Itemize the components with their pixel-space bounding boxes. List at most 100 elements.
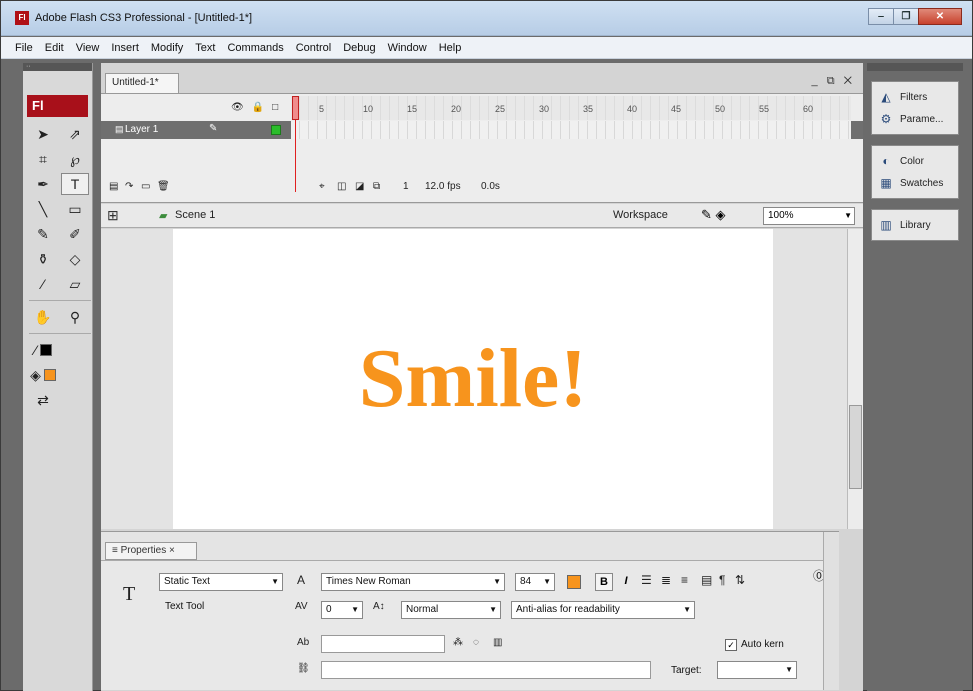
document-tab[interactable]: Untitled-1*: [105, 73, 179, 93]
minimize-button[interactable]: ‒: [868, 8, 894, 25]
font-select[interactable]: Times New Roman ▼: [321, 573, 505, 591]
menu-edit[interactable]: Edit: [39, 42, 70, 54]
menu-modify[interactable]: Modify: [145, 42, 189, 54]
zoom-select[interactable]: 100% ▼: [763, 207, 855, 225]
menu-debug[interactable]: Debug: [337, 42, 381, 54]
instance-name-field[interactable]: [321, 635, 445, 653]
parameters-panel-button[interactable]: ⚙ Parame...: [872, 108, 958, 130]
render-html-icon[interactable]: ⁂: [453, 637, 463, 648]
edit-scene-icon[interactable]: ✎ ◈: [701, 207, 726, 223]
justify-icon[interactable]: ▤: [701, 573, 712, 587]
layer-frames[interactable]: [291, 121, 851, 139]
character-position-select[interactable]: Normal ▼: [401, 601, 501, 619]
menu-control[interactable]: Control: [290, 42, 337, 54]
text-tool-icon[interactable]: T: [61, 173, 89, 195]
edit-multiple-frames-icon[interactable]: ⧉: [373, 181, 380, 192]
swatches-panel-button[interactable]: ▦ Swatches: [872, 172, 958, 194]
frame-ruler[interactable]: 5 10 15 20 25 30 35 40 45 50 55 60: [291, 96, 851, 120]
swap-colors-icon[interactable]: ⇄: [29, 389, 57, 411]
variable-icon[interactable]: ▥: [493, 637, 502, 648]
menu-insert[interactable]: Insert: [105, 42, 145, 54]
playhead-handle[interactable]: [292, 96, 299, 120]
ink-bottle-tool-icon[interactable]: ⚱: [29, 248, 57, 270]
free-transform-tool-icon[interactable]: ⌗: [29, 148, 57, 170]
hand-tool-icon[interactable]: ✋: [29, 306, 57, 328]
auto-kern-checkbox[interactable]: ✓: [725, 639, 737, 651]
italic-button[interactable]: I: [617, 573, 635, 591]
subselection-tool-icon[interactable]: ⇗: [61, 123, 89, 145]
paragraph-icon[interactable]: ¶: [719, 573, 725, 587]
center-frame-icon[interactable]: ⌖: [319, 181, 325, 192]
close-button[interactable]: ✕: [918, 8, 962, 25]
outline-icon[interactable]: □: [272, 102, 278, 113]
stroke-color-icon[interactable]: ⁄: [29, 339, 57, 361]
restore-button[interactable]: ❐: [893, 8, 919, 25]
document-window-controls[interactable]: _ ⧉ ✕: [812, 75, 855, 88]
filters-panel-button[interactable]: ◭ Filters: [872, 86, 958, 108]
add-guide-icon[interactable]: ↷: [125, 181, 133, 192]
line-tool-icon[interactable]: ╲: [29, 198, 57, 220]
rectangle-tool-icon[interactable]: ▭: [61, 198, 89, 220]
lasso-tool-icon[interactable]: ℘: [61, 148, 89, 170]
layer-row[interactable]: ▤ Layer 1 ✎: [101, 121, 863, 139]
window-controls: ‒ ❐ ✕: [868, 8, 962, 26]
menu-window[interactable]: Window: [382, 42, 433, 54]
brush-tool-icon[interactable]: ✐: [61, 223, 89, 245]
library-panel-button[interactable]: ▥ Library: [872, 214, 958, 236]
align-center-icon[interactable]: ≣: [661, 573, 671, 587]
selectable-icon[interactable]: Ab: [297, 637, 309, 648]
panel-grip[interactable]: [867, 63, 963, 71]
target-select[interactable]: ▼: [717, 661, 797, 679]
font-size-field[interactable]: 84 ▼: [515, 573, 555, 591]
paint-bucket-tool-icon[interactable]: ◇: [61, 248, 89, 270]
letter-spacing-field[interactable]: 0 ▼: [321, 601, 363, 619]
eyedropper-tool-icon[interactable]: ⁄: [29, 273, 57, 295]
title-bar[interactable]: Fl Adobe Flash CS3 Professional - [Untit…: [1, 1, 972, 36]
current-frame: 1: [403, 181, 409, 192]
pencil-tool-icon[interactable]: ✎: [29, 223, 57, 245]
scene-label[interactable]: Scene 1: [175, 209, 215, 221]
menu-file[interactable]: File: [9, 42, 39, 54]
stage-text[interactable]: Smile!: [173, 337, 773, 421]
align-left-icon[interactable]: ☰: [641, 573, 652, 587]
panel-grip[interactable]: ··: [23, 63, 92, 71]
timeline-toggle-icon[interactable]: ⊞: [107, 207, 119, 224]
layer-outline-color[interactable]: [271, 125, 281, 135]
color-panel-button[interactable]: ◐ Color: [872, 150, 958, 172]
align-right-icon[interactable]: ≡: [681, 573, 688, 587]
stroke-color-swatch[interactable]: [39, 344, 52, 356]
restore-icon: ❐: [901, 11, 911, 22]
menu-help[interactable]: Help: [433, 42, 468, 54]
properties-tab[interactable]: ≡ Properties ×: [105, 542, 197, 560]
delete-layer-icon[interactable]: 🗑: [157, 181, 170, 192]
eraser-tool-icon[interactable]: ▱: [61, 273, 89, 295]
fill-color-icon[interactable]: ◈: [29, 364, 57, 386]
text-orientation-icon[interactable]: ⇅: [735, 573, 745, 587]
stage[interactable]: Smile!: [173, 229, 773, 529]
border-icon[interactable]: ◌: [473, 637, 479, 648]
onion-outlines-icon[interactable]: ◪: [355, 181, 364, 192]
workspace-button[interactable]: Workspace: [613, 209, 668, 221]
fill-color-swatch[interactable]: [43, 369, 56, 381]
menu-text[interactable]: Text: [189, 42, 221, 54]
pen-tool-icon[interactable]: ✒: [29, 173, 57, 195]
lock-icon[interactable]: 🔒: [252, 102, 264, 113]
scrollbar-thumb[interactable]: [849, 405, 862, 489]
anti-alias-select[interactable]: Anti-alias for readability ▼: [511, 601, 695, 619]
bold-button[interactable]: B: [595, 573, 613, 591]
text-color-swatch[interactable]: [567, 575, 581, 589]
menu-commands[interactable]: Commands: [221, 42, 289, 54]
frame-rate[interactable]: 12.0 fps: [425, 181, 461, 192]
insert-folder-icon[interactable]: ▭: [141, 181, 150, 192]
onion-skin-icon[interactable]: ◫: [337, 181, 346, 192]
selection-tool-icon[interactable]: ➤: [29, 123, 57, 145]
eye-icon[interactable]: 👁: [231, 102, 244, 113]
url-link-field[interactable]: [321, 661, 651, 679]
insert-layer-icon[interactable]: ▤: [109, 181, 118, 192]
zoom-tool-icon[interactable]: ⚲: [61, 306, 89, 328]
properties-scrollbar[interactable]: [823, 532, 839, 690]
text-type-select[interactable]: Static Text ▼: [159, 573, 283, 591]
frame-number: 20: [451, 104, 462, 114]
vertical-scrollbar[interactable]: [847, 229, 863, 529]
menu-view[interactable]: View: [70, 42, 106, 54]
